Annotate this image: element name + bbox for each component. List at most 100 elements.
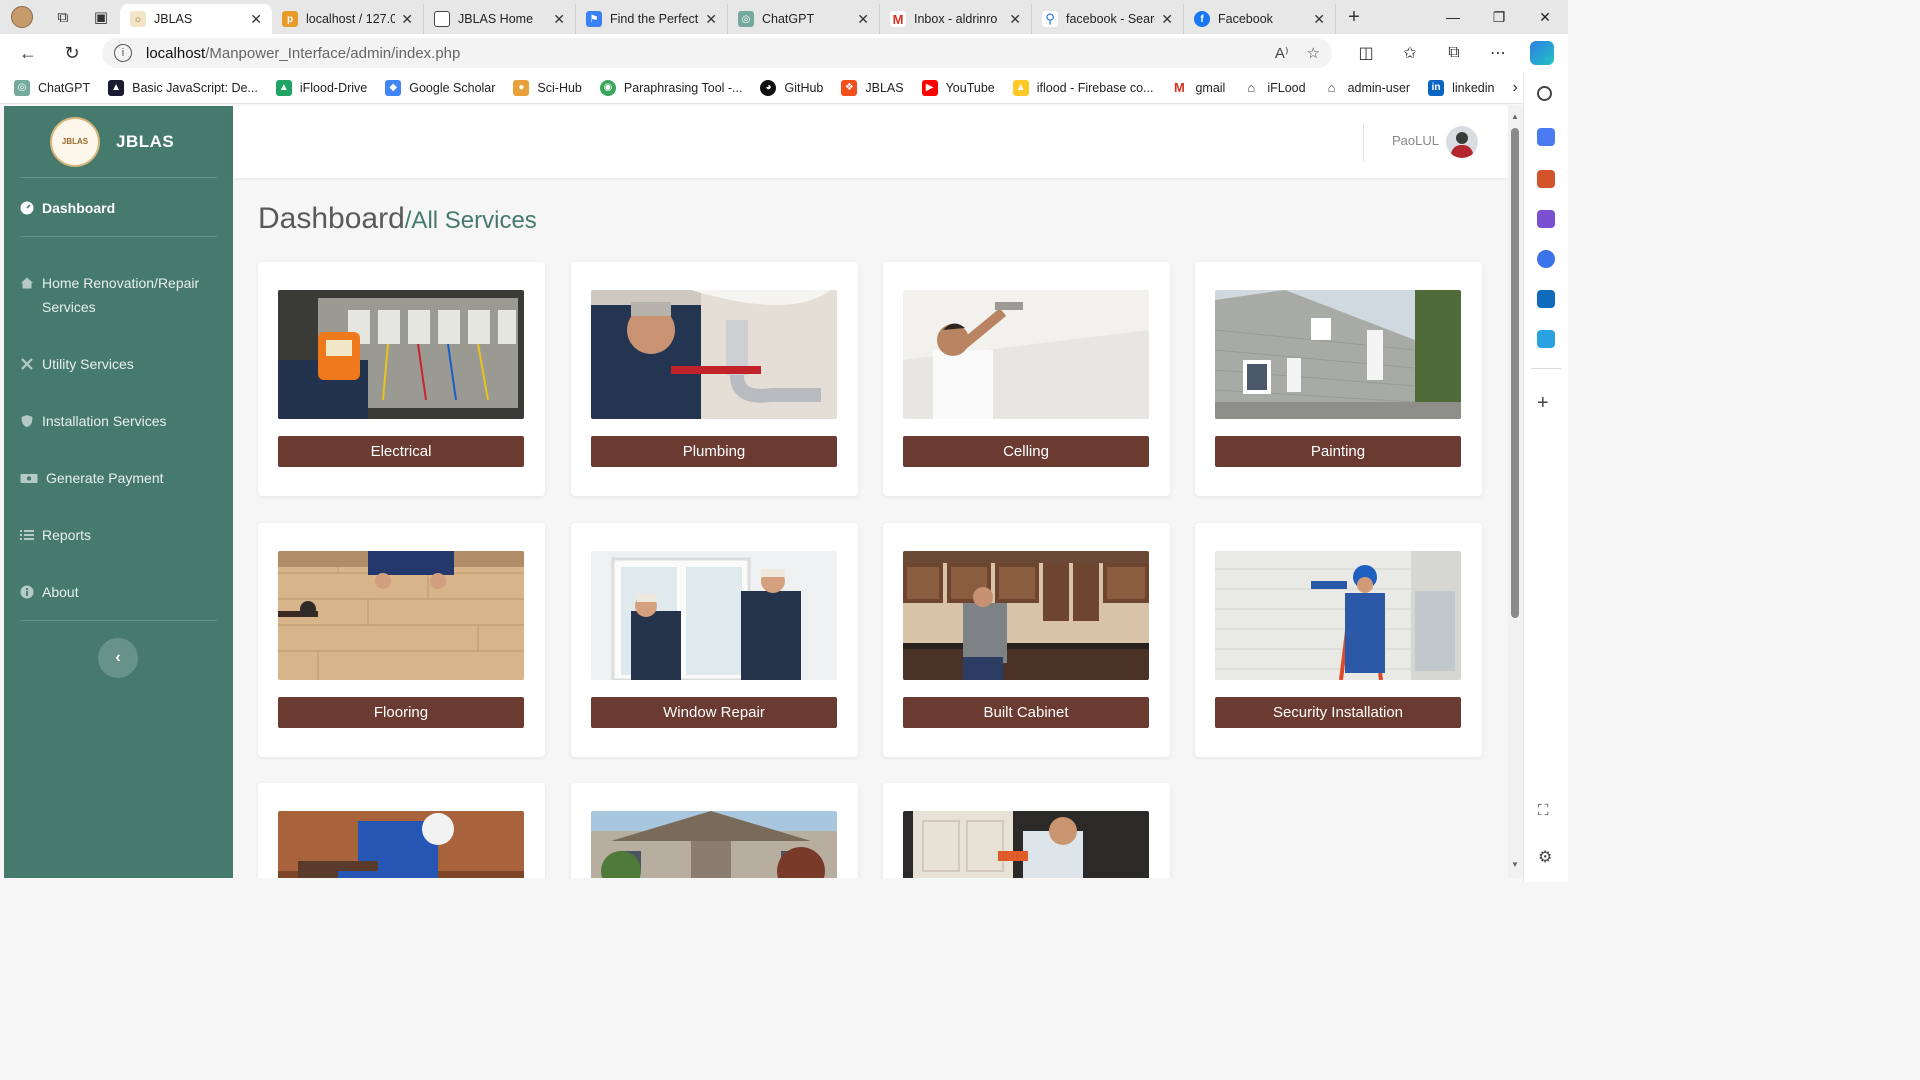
bookmark-item[interactable]: ▲ iflood - Firebase co... (1012, 79, 1153, 96)
close-icon[interactable]: ✕ (553, 11, 565, 28)
tag-icon[interactable] (1537, 128, 1555, 146)
scroll-down-icon[interactable]: ▼ (1511, 860, 1519, 869)
minimize-button[interactable]: — (1430, 0, 1476, 34)
url-field[interactable]: i localhost/Manpower_Interface/admin/ind… (102, 38, 1332, 68)
bookmark-item[interactable]: ▲ iFlood-Drive (275, 79, 367, 96)
service-card[interactable]: Built Cabinet (883, 523, 1170, 757)
site-info-icon[interactable]: i (114, 44, 132, 62)
sidebar-toggle-button[interactable]: ‹ (98, 638, 138, 678)
close-icon[interactable]: ✕ (1313, 11, 1325, 28)
service-card[interactable]: Plumbing (571, 262, 858, 496)
bookmark-item[interactable]: ⌂ admin-user (1323, 79, 1410, 96)
sidebar-item-payment[interactable]: Generate Payment (4, 466, 233, 490)
service-button[interactable]: Painting (1215, 436, 1461, 467)
bookmark-item[interactable]: ▲ Basic JavaScript: De... (108, 79, 258, 96)
service-button[interactable]: Security Installation (1215, 697, 1461, 728)
games-icon[interactable] (1537, 210, 1555, 228)
close-icon[interactable]: ✕ (401, 11, 413, 28)
page-scrollbar[interactable]: ▲ ▼ (1508, 106, 1523, 878)
service-card[interactable] (258, 783, 545, 878)
page-favicon (434, 11, 450, 27)
sidebar-item-utility[interactable]: Utility Services (4, 352, 233, 376)
close-icon[interactable]: ✕ (1009, 11, 1021, 28)
sidebar-item-reports[interactable]: Reports (4, 523, 233, 547)
avatar[interactable] (1446, 126, 1478, 158)
sidebar-item-dashboard[interactable]: Dashboard (4, 196, 233, 220)
copilot-app-icon[interactable] (1537, 250, 1555, 268)
service-card[interactable] (571, 783, 858, 878)
more-menu-icon[interactable]: ⋯ (1476, 34, 1520, 72)
window-photo (591, 551, 837, 680)
bookmark-item[interactable]: ⌂ iFLood (1243, 79, 1306, 96)
service-button[interactable]: Built Cabinet (903, 697, 1149, 728)
service-button[interactable]: Plumbing (591, 436, 837, 467)
bookmark-item[interactable]: Mgmail (1171, 79, 1225, 96)
close-icon[interactable]: ✕ (705, 11, 717, 28)
bookmark-item[interactable]: ● Sci-Hub (513, 79, 582, 96)
service-card[interactable] (883, 783, 1170, 878)
add-icon[interactable]: + (1537, 392, 1549, 415)
split-screen-icon[interactable]: ◫ (1344, 34, 1388, 72)
chevron-right-icon[interactable]: › (1512, 79, 1517, 97)
bookmark-item[interactable]: in linkedin (1428, 79, 1494, 96)
window-close-button[interactable]: ✕ (1522, 0, 1568, 34)
favorites-icon[interactable]: ✩ (1388, 34, 1432, 72)
outlook-icon[interactable] (1537, 290, 1555, 308)
browser-tab[interactable]: ⚑ Find the Perfect ✕ (576, 4, 728, 34)
reload-button[interactable]: ↻ (50, 34, 94, 72)
bookmark-item[interactable]: ◎ ChatGPT (14, 79, 90, 96)
service-card[interactable]: Security Installation (1195, 523, 1482, 757)
service-card[interactable]: Window Repair (571, 523, 858, 757)
bookmark-item[interactable]: ▶ YouTube (921, 79, 995, 96)
read-aloud-icon[interactable]: A⁾ (1275, 44, 1289, 62)
browser-tab[interactable]: ⚲ facebook - Searc ✕ (1032, 4, 1184, 34)
bookmark-item[interactable]: ❖ JBLAS (841, 79, 904, 96)
close-icon[interactable]: ✕ (250, 11, 262, 28)
user-name[interactable]: PaoLUL (1392, 133, 1439, 148)
collections-icon[interactable]: ⧉ (1432, 34, 1476, 72)
restore-button[interactable]: ❐ (1476, 0, 1522, 34)
browser-tab[interactable]: p localhost / 127.0 ✕ (272, 4, 424, 34)
service-button[interactable]: Flooring (278, 697, 524, 728)
back-button[interactable]: ← (6, 34, 50, 72)
close-icon[interactable]: ✕ (857, 11, 869, 28)
service-button[interactable]: Window Repair (591, 697, 837, 728)
service-card[interactable]: Painting (1195, 262, 1482, 496)
browser-tab[interactable]: ◎ ChatGPT ✕ (728, 4, 880, 34)
service-card[interactable]: Electrical (258, 262, 545, 496)
search-icon[interactable] (1537, 86, 1552, 101)
sidebar-item-about[interactable]: About (4, 580, 233, 604)
scrollbar-thumb[interactable] (1511, 128, 1519, 618)
bookmark-item[interactable]: ◉ Paraphrasing Tool -... (599, 79, 742, 96)
tab-label: ChatGPT (762, 12, 815, 26)
sidebar-item-installation[interactable]: Installation Services (4, 409, 233, 433)
browser-tab[interactable]: JBLAS Home ✕ (424, 4, 576, 34)
settings-gear-icon[interactable]: ⚙ (1538, 847, 1552, 867)
figma-icon: ❖ (841, 79, 858, 96)
close-icon[interactable]: ✕ (1161, 11, 1173, 28)
service-button[interactable]: Electrical (278, 436, 524, 467)
sidebar-item-label: Installation Services (42, 413, 167, 429)
bookmark-item[interactable]: ◕ GitHub (760, 79, 823, 96)
tab-actions-icon[interactable]: ▣ (82, 0, 120, 34)
service-card[interactable]: Celling (883, 262, 1170, 496)
brand[interactable]: JBLAS JBLAS (20, 106, 217, 178)
sidebar-item-home-renovation[interactable]: Home Renovation/Repair Services (4, 271, 233, 319)
sidebar-item-label: Reports (42, 527, 92, 543)
send-icon[interactable] (1537, 330, 1555, 348)
browser-tab[interactable]: f Facebook ✕ (1184, 4, 1336, 34)
scroll-up-icon[interactable]: ▲ (1511, 112, 1519, 121)
toolbox-icon[interactable] (1537, 170, 1555, 188)
screenshot-icon[interactable]: ⛶ (1538, 802, 1549, 819)
browser-tab[interactable]: M Inbox - aldrinro ✕ (880, 4, 1032, 34)
tab-label: JBLAS Home (458, 12, 534, 26)
service-card[interactable]: Flooring (258, 523, 545, 757)
workspaces-icon[interactable]: ⧉ (44, 0, 82, 34)
browser-tab[interactable]: ☼ JBLAS ✕ (120, 4, 272, 34)
favorite-star-icon[interactable]: ☆ (1307, 44, 1320, 62)
copilot-button[interactable] (1520, 34, 1564, 72)
service-button[interactable]: Celling (903, 436, 1149, 467)
new-tab-button[interactable]: + (1336, 0, 1372, 34)
profile-button[interactable] (0, 0, 44, 34)
bookmark-item[interactable]: ◆ Google Scholar (385, 79, 495, 96)
